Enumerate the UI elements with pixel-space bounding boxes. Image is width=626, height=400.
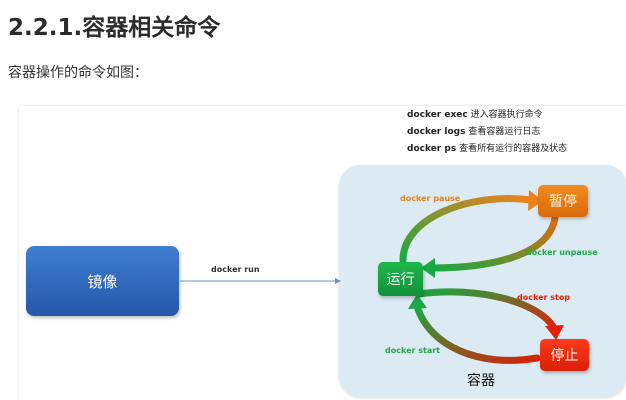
stop-arrow-head bbox=[545, 325, 564, 340]
docker-container-diagram: docker exec 进入容器执行命令 docker logs 查看容器运行日… bbox=[19, 106, 626, 400]
state-running-label: 运行 bbox=[386, 272, 415, 288]
section-heading: 2.2.1.容器相关命令 bbox=[8, 15, 221, 41]
intro-text: 容器操作的命令如图： bbox=[8, 65, 148, 81]
run-arrow-head bbox=[335, 278, 341, 284]
pause-arrow bbox=[399, 195, 535, 264]
start-label: docker start bbox=[385, 346, 440, 355]
unpause-label: docker unpause bbox=[526, 248, 598, 257]
container-label: 容器 bbox=[467, 373, 495, 389]
stop-label: docker stop bbox=[517, 293, 571, 302]
image-node: 镜像 bbox=[26, 246, 179, 316]
unpause-arrow bbox=[429, 214, 559, 272]
pause-label: docker pause bbox=[400, 194, 461, 203]
state-paused: 暂停 bbox=[538, 185, 588, 217]
image-node-label: 镜像 bbox=[87, 272, 118, 291]
state-running: 运行 bbox=[378, 262, 423, 296]
state-stopped-label: 停止 bbox=[550, 348, 579, 364]
state-stopped: 停止 bbox=[540, 339, 589, 371]
state-paused-label: 暂停 bbox=[549, 194, 577, 210]
unpause-arrow-head bbox=[421, 258, 435, 278]
run-label: docker run bbox=[211, 265, 260, 274]
